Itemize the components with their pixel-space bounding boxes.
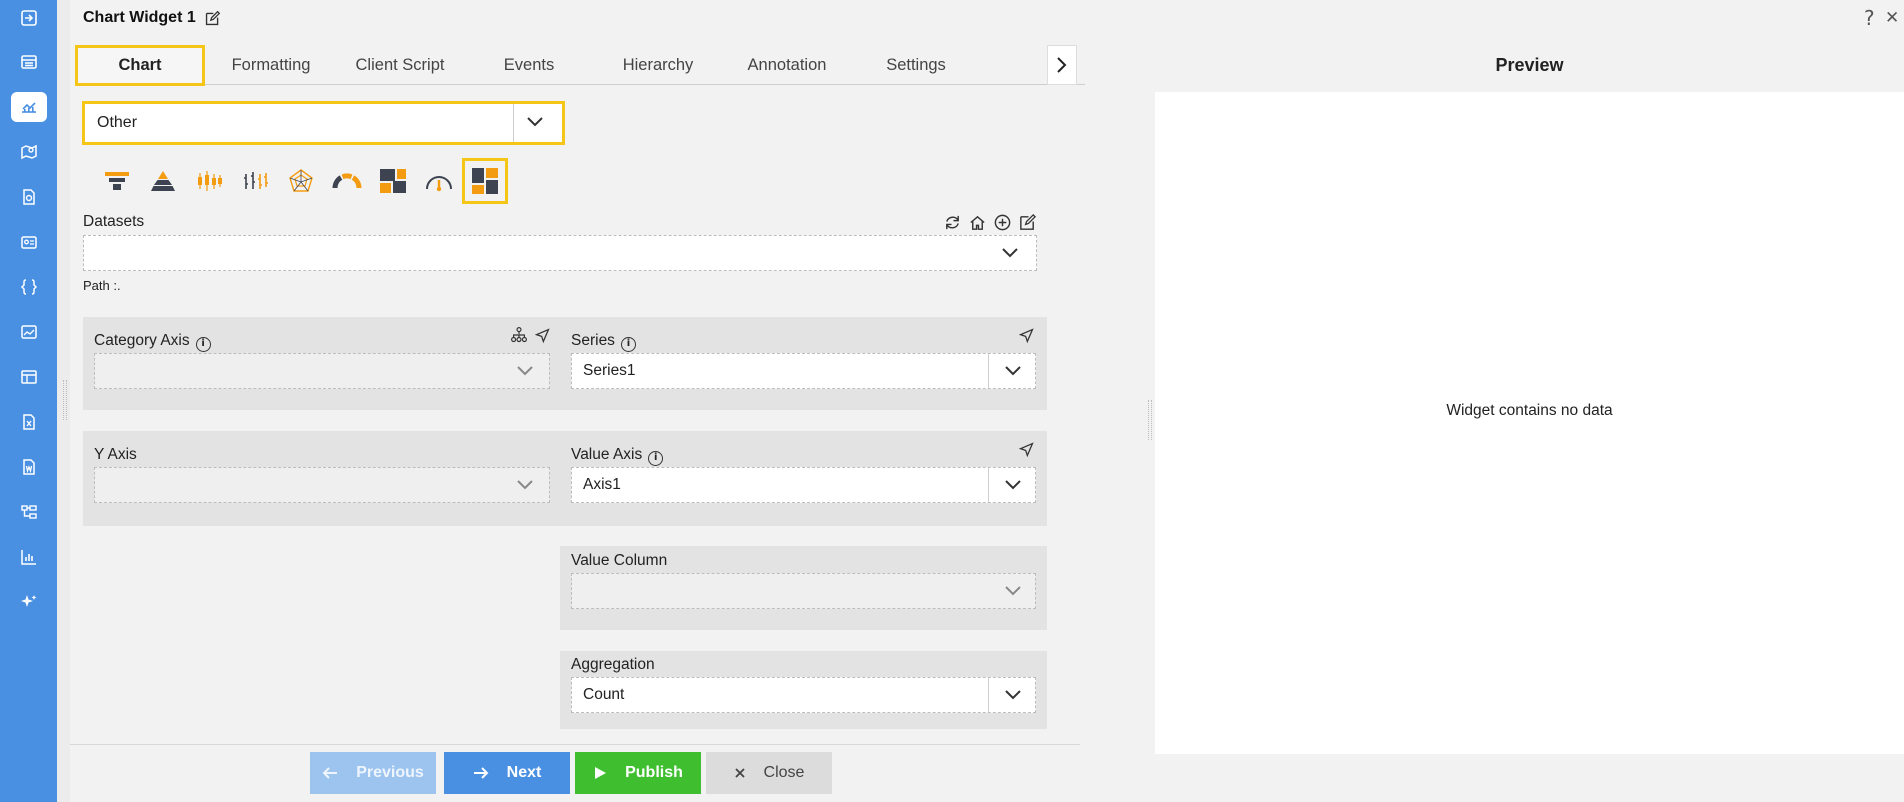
series-select[interactable]: Series1	[571, 353, 1036, 389]
excel-icon[interactable]	[11, 407, 47, 437]
map-icon[interactable]	[11, 137, 47, 167]
play-icon	[595, 767, 607, 779]
close-button-label: Close	[763, 764, 805, 781]
preview-title: Preview	[1495, 55, 1564, 75]
chevron-down-icon	[517, 480, 533, 490]
radar-icon[interactable]	[278, 158, 324, 204]
hierarchy-icon[interactable]	[11, 497, 47, 527]
tab-client-script[interactable]: Client Script	[335, 45, 465, 85]
pyramid-icon[interactable]	[140, 158, 186, 204]
chevron-down-icon	[1005, 366, 1021, 376]
preview-empty-message: Widget contains no data	[1446, 402, 1613, 419]
ohlc-icon[interactable]	[232, 158, 278, 204]
treemap-icon[interactable]	[370, 158, 416, 204]
close-icon	[734, 768, 745, 778]
navigate-icon[interactable]	[534, 327, 551, 344]
aggregation-value: Count	[583, 686, 625, 703]
tab-formatting[interactable]: Formatting	[206, 45, 336, 85]
chevron-right-icon	[1057, 57, 1067, 73]
preview-area: Widget contains no data	[1155, 92, 1904, 754]
series-label: Series i	[571, 332, 636, 352]
chevron-down-icon	[1002, 248, 1018, 258]
previous-button-label: Previous	[356, 764, 424, 781]
document-icon[interactable]	[11, 182, 47, 212]
navigate-icon[interactable]	[1018, 441, 1035, 458]
home-icon[interactable]	[968, 213, 987, 232]
aggregation-label: Aggregation	[571, 656, 655, 673]
chart-type-select[interactable]: Other	[82, 101, 565, 145]
word-icon[interactable]	[11, 452, 47, 482]
next-button-label: Next	[506, 764, 542, 781]
left-rail	[0, 0, 57, 802]
value-axis-select[interactable]: Axis1	[571, 467, 1036, 503]
left-splitter-handle[interactable]	[63, 380, 67, 420]
info-icon[interactable]: i	[195, 337, 211, 352]
value-axis-label: Value Axis i	[571, 446, 664, 466]
sparkle-icon[interactable]	[11, 587, 47, 617]
tab-settings[interactable]: Settings	[851, 45, 981, 85]
list-icon[interactable]	[11, 47, 47, 77]
chevron-down-icon	[1005, 480, 1021, 490]
grid-table-icon[interactable]	[11, 362, 47, 392]
title-bar: Chart Widget 1	[83, 7, 221, 29]
chevron-down-icon	[1005, 586, 1021, 596]
sign-in-icon[interactable]	[11, 3, 47, 33]
gauge-icon[interactable]	[416, 158, 462, 204]
tabs-scroll-right-button[interactable]	[1047, 45, 1077, 85]
braces-icon[interactable]	[11, 272, 47, 302]
datasets-actions	[943, 213, 1037, 232]
category-axis-actions	[510, 326, 551, 344]
previous-button[interactable]: Previous	[310, 752, 436, 794]
refresh-icon[interactable]	[943, 213, 962, 232]
bar-chart-icon[interactable]	[11, 542, 47, 572]
dataset-path: Path :.	[83, 278, 121, 293]
close-window-icon[interactable]: ✕	[1885, 8, 1899, 28]
aggregation-select[interactable]: Count	[571, 677, 1036, 713]
next-button[interactable]: Next	[444, 752, 570, 794]
series-value: Series1	[583, 362, 636, 379]
navigate-icon[interactable]	[1018, 327, 1035, 344]
category-axis-select[interactable]	[94, 353, 550, 389]
close-button[interactable]: Close	[706, 752, 832, 794]
y-axis-label: Y Axis	[94, 446, 137, 463]
category-axis-label: Category Axis i	[94, 332, 211, 352]
publish-button-label: Publish	[625, 764, 683, 781]
chevron-down-icon	[517, 366, 533, 376]
tab-hierarchy[interactable]: Hierarchy	[593, 45, 723, 85]
tab-bar: Chart Formatting Client Script Events Hi…	[75, 45, 1085, 86]
arrow-left-icon	[322, 767, 338, 779]
edit-icon[interactable]	[1018, 213, 1037, 232]
contact-card-icon[interactable]	[11, 227, 47, 257]
semi-gauge-icon[interactable]	[324, 158, 370, 204]
chart-icon[interactable]	[11, 92, 47, 122]
tab-chart[interactable]: Chart	[75, 45, 205, 86]
publish-button[interactable]: Publish	[575, 752, 701, 794]
preview-splitter-handle[interactable]	[1148, 400, 1152, 440]
add-circle-icon[interactable]	[993, 213, 1012, 232]
candlestick-icon[interactable]	[186, 158, 232, 204]
tab-annotation[interactable]: Annotation	[722, 45, 852, 85]
footer-divider	[70, 744, 1080, 745]
value-column-select[interactable]	[571, 573, 1036, 609]
image-chart-icon[interactable]	[11, 317, 47, 347]
info-icon[interactable]: i	[620, 337, 636, 352]
datasets-label: Datasets	[83, 213, 145, 230]
hierarchy-tree-icon[interactable]	[510, 326, 528, 344]
edit-title-icon[interactable]	[204, 10, 221, 27]
y-axis-select[interactable]	[94, 467, 550, 503]
help-icon[interactable]: ?	[1864, 6, 1875, 30]
chart-type-value: Other	[97, 114, 138, 131]
funnel-icon[interactable]	[94, 158, 140, 204]
info-icon[interactable]: i	[648, 451, 664, 466]
heatmap-tile-icon[interactable]	[462, 158, 508, 204]
datasets-select[interactable]	[83, 235, 1037, 271]
widget-editor-panel: Chart Widget 1 ? ✕ Chart Formatting Clie…	[63, 0, 1904, 802]
chevron-down-icon	[527, 117, 543, 127]
value-axis-value: Axis1	[583, 476, 621, 493]
arrow-right-icon	[473, 767, 489, 779]
tab-events[interactable]: Events	[464, 45, 594, 85]
chevron-down-icon	[1005, 690, 1021, 700]
widget-title: Chart Widget 1	[83, 9, 196, 26]
value-column-label: Value Column	[571, 552, 668, 569]
